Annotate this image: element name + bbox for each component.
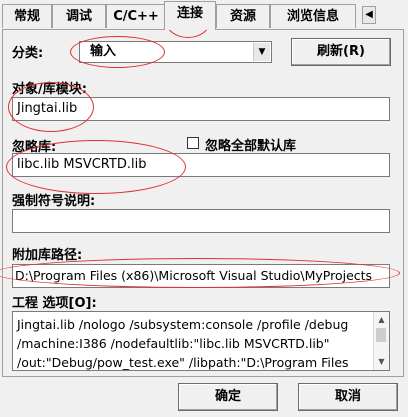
scroll-thumb[interactable] — [376, 328, 386, 342]
tab-label: 连接 — [176, 6, 203, 21]
extra-lib-path-input[interactable]: D:\Program Files (x86)\Microsoft Visual … — [12, 264, 390, 288]
force-symbols-label: 强制符号说明: — [12, 194, 96, 209]
force-symbols-input[interactable] — [12, 209, 390, 233]
ignore-all-default-libs-checkbox[interactable] — [187, 137, 199, 149]
project-options-textarea[interactable]: Jingtai.lib /nologo /subsystem:console /… — [12, 311, 390, 371]
tab-bar: 常规 调试 C/C++ 连接 资源 浏览信息 ◀ — [0, 0, 408, 30]
ok-button[interactable]: 确定 — [178, 383, 278, 411]
tab-link[interactable]: 连接 — [164, 1, 216, 30]
tab-label: 资源 — [229, 9, 256, 24]
ignore-all-default-libs-label: 忽略全部默认库 — [205, 139, 297, 154]
ignore-libs-input[interactable]: libc.lib MSVCRTD.lib — [12, 153, 390, 177]
object-libs-label: 对象/库模块: — [12, 82, 87, 97]
chevron-down-icon[interactable]: ▼ — [253, 43, 270, 61]
tab-resources[interactable]: 资源 — [216, 4, 270, 28]
tab-general[interactable]: 常规 — [2, 4, 52, 28]
options-line: /out:"Debug/pow_test.exe" /libpath:"D:\P… — [17, 355, 349, 370]
category-label: 分类: — [12, 46, 44, 61]
tab-label: C/C++ — [113, 9, 159, 24]
tab-debug[interactable]: 调试 — [52, 4, 106, 28]
options-scrollbar[interactable]: ▲ ▼ — [373, 312, 389, 370]
tab-label: 调试 — [65, 9, 92, 24]
category-select[interactable]: 输入 ▼ — [79, 41, 272, 63]
scroll-down-icon[interactable]: ▼ — [374, 355, 389, 369]
extra-lib-path-label: 附加库路径: — [12, 248, 83, 263]
object-libs-input[interactable]: Jingtai.lib — [12, 97, 390, 121]
options-line: Jingtai.lib /nologo /subsystem:console /… — [17, 317, 349, 332]
chevron-left-icon: ◀ — [365, 9, 373, 20]
tab-cpp[interactable]: C/C++ — [106, 4, 166, 28]
tab-scroll-left-button[interactable]: ◀ — [362, 6, 376, 24]
scroll-up-icon[interactable]: ▲ — [374, 313, 389, 327]
options-line: /machine:I386 /nodefaultlib:"libc.lib MS… — [17, 336, 330, 351]
category-value: 输入 — [90, 44, 117, 59]
tab-browse-info[interactable]: 浏览信息 — [270, 4, 356, 28]
tab-label: 常规 — [13, 9, 40, 24]
reset-button[interactable]: 刷新(R) — [291, 38, 391, 66]
project-options-label: 工程 选项[O]: — [12, 296, 97, 311]
cancel-button[interactable]: 取消 — [298, 383, 398, 411]
tab-label: 浏览信息 — [286, 9, 339, 24]
